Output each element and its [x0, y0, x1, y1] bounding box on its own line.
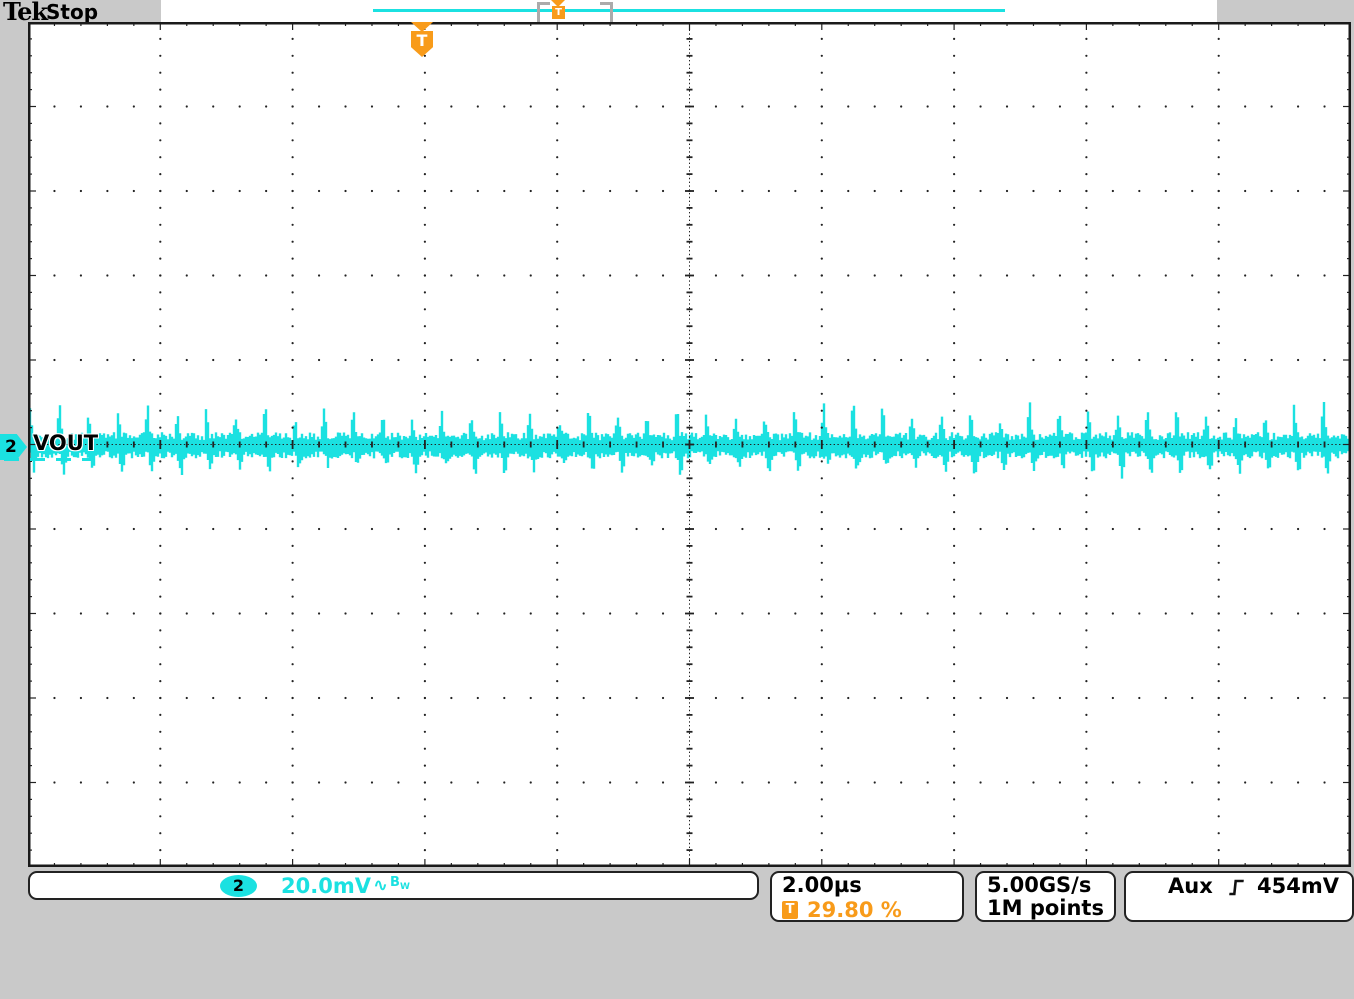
sample-rate-readout: 5.00GS/s — [987, 874, 1114, 897]
trigger-flag-icon: T — [552, 6, 565, 19]
channel2-position-marker[interactable]: 2 — [0, 434, 27, 460]
graticule-area: T VOUT — [28, 22, 1351, 867]
record-view-waveform-line — [373, 9, 1005, 12]
timebase-scale-readout: 2.00µs — [782, 874, 962, 897]
rising-edge-icon — [1229, 878, 1247, 898]
top-status-bar: Tek Stop T — [0, 0, 1354, 22]
trigger-readout-box[interactable]: Aux 454mV — [1124, 871, 1354, 922]
channel2-readout-box[interactable]: 2 20.0mV ∿ BW — [28, 871, 759, 900]
trigger-position-readout-row: T 29.80 % — [782, 898, 962, 922]
record-length-readout: 1M points — [987, 897, 1114, 920]
bandwidth-limit-icon: BW — [390, 871, 410, 890]
graticule-svg — [28, 22, 1351, 867]
oscilloscope-screen: Tek Stop T T VOUT 2 2 20.0mV ∿ BW 2.00µs… — [0, 0, 1354, 999]
channel2-scale-readout: 20.0mV — [281, 874, 371, 898]
trigger-position-marker[interactable]: T — [411, 22, 433, 57]
record-view-trigger-marker[interactable]: T — [551, 0, 566, 20]
trigger-triangle-icon — [411, 22, 433, 32]
trigger-level-readout: 454mV — [1257, 875, 1339, 898]
channel2-waveform-label: VOUT — [33, 431, 98, 455]
timebase-readout-box[interactable]: 2.00µs T 29.80 % — [770, 871, 964, 922]
acquisition-readout-box[interactable]: 5.00GS/s 1M points — [975, 871, 1116, 922]
acquisition-state-label: Stop — [46, 0, 98, 24]
trigger-source-readout: Aux — [1168, 875, 1213, 898]
channel2-badge[interactable]: 2 — [220, 875, 257, 897]
ac-coupling-icon: ∿ — [373, 875, 388, 896]
trigger-t-icon: T — [782, 901, 798, 919]
trigger-position-readout: 29.80 % — [807, 898, 902, 922]
trigger-flag-icon: T — [411, 31, 433, 57]
